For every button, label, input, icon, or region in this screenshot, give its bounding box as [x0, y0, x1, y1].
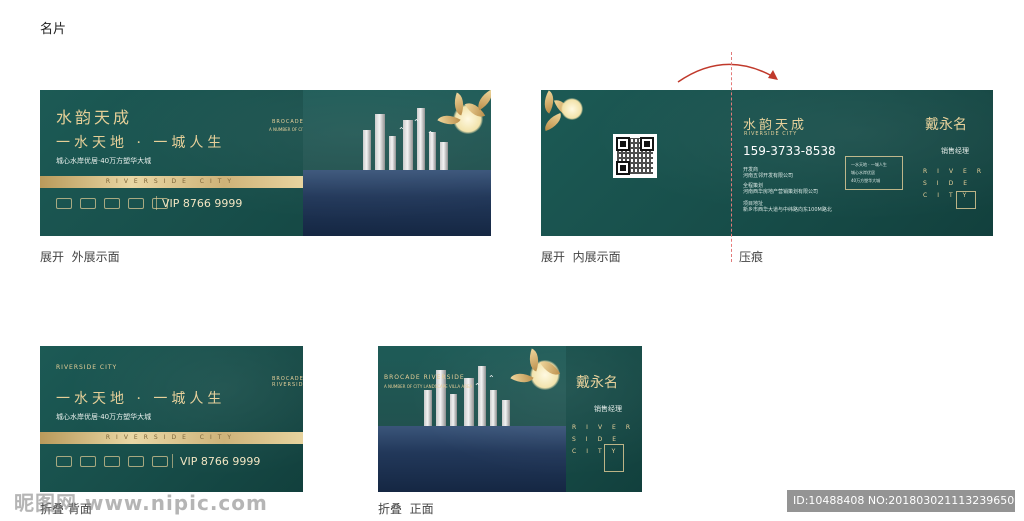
contact-title: 销售经理 — [941, 147, 969, 155]
tower — [375, 114, 385, 171]
partner-logo — [80, 198, 96, 209]
bird-icon: ⌃ — [474, 382, 481, 391]
partner-logo — [104, 198, 120, 209]
tower — [502, 400, 510, 427]
partner-logo — [152, 456, 168, 467]
folded-front-card: ⌃ ⌃ BROCADE RIVERSIDE A NUMBER OF CITY L… — [378, 346, 642, 492]
outer-expanded-card: 水韵天成 一水天地 · 一城人生 城心水岸优居·40万方塑华大城 RIVERSI… — [40, 90, 491, 236]
qr-eye — [616, 161, 630, 175]
golden-leaf-icon — [541, 112, 565, 132]
river-letter-line: RIVER — [572, 424, 641, 431]
caption-fold-front: 折叠 正面 — [378, 502, 434, 516]
partner-logo — [80, 456, 96, 467]
inner-expanded-card: 水韵天成 RIVERSIDE CITY 159-3733-8538 开发商 河南… — [541, 90, 993, 236]
corner-box — [604, 444, 624, 472]
divider — [172, 454, 173, 468]
address: 新乡市西华大道与中纬路向东100M路北 — [743, 207, 832, 213]
caption-inner: 展开 内展示面 — [541, 250, 621, 264]
band-text: RIVERSIDE CITY — [105, 178, 238, 185]
developer: 河南五邻开发有限公司 — [743, 173, 794, 179]
tower — [478, 366, 486, 427]
brand-slogan: 一水天地 · 一城人生 — [56, 135, 226, 151]
partner-logo — [56, 456, 72, 467]
brand-tagline: 城心水岸优居·40万方塑华大城 — [56, 157, 152, 165]
bird-icon: ⌃ — [398, 126, 405, 135]
partner-logo — [104, 456, 120, 467]
divider — [156, 196, 157, 210]
partner-logos — [56, 198, 168, 209]
brand-logo-en: RIVERSIDE CITY — [56, 364, 118, 371]
hotline: VIP 8766 9999 — [162, 197, 243, 210]
scene-subtitle: A NUMBER OF CITY LANDSCAPE VILLA AREA — [384, 384, 473, 389]
brand-tagline: 城心水岸优居·40万方塑华大城 — [56, 413, 152, 421]
tower — [450, 394, 457, 427]
bird-icon: ⌃ — [488, 374, 495, 383]
box-line: 一水天地 · 一城人生 — [851, 162, 887, 167]
watermark-id: ID:10488408 NO:20180302111323965039 — [787, 490, 1024, 512]
band-text: RIVERSIDE CITY — [105, 434, 238, 441]
partner-logo — [128, 456, 144, 467]
caption-crease: 压痕 — [739, 250, 764, 264]
brand-logo: 水韵天成 — [56, 108, 133, 127]
contact-title: 销售经理 — [594, 405, 622, 413]
page-title: 名片 — [40, 22, 67, 37]
water — [303, 170, 491, 236]
bird-icon: ⌃ — [413, 118, 420, 127]
contact-phone[interactable]: 159-3733-8538 — [743, 144, 836, 158]
water — [378, 426, 566, 492]
watermark-logo: 昵图网 www.nipic.com — [14, 491, 268, 515]
brand-slogan: 一水天地 · 一城人生 — [56, 391, 226, 407]
brand-logo-en: RIVERSIDE CITY — [744, 131, 798, 137]
qr-code[interactable] — [613, 134, 657, 178]
folded-back-card: RIVERSIDE CITY 一水天地 · 一城人生 城心水岸优居·40万方塑华… — [40, 346, 303, 492]
fold-arrow-icon — [677, 63, 778, 83]
box-line: 40万方塑华大城 — [851, 178, 881, 183]
moon-icon — [561, 98, 583, 120]
tower — [440, 142, 448, 171]
scene-title: BROCADE RIVERSIDE — [384, 374, 465, 381]
gold-band: RIVERSIDE CITY — [40, 176, 303, 188]
partner-logos — [56, 456, 168, 467]
qr-eye — [640, 137, 654, 151]
corner-box — [956, 191, 976, 209]
night-city-scene: ⌃ ⌃ ⌃ — [303, 90, 491, 236]
river-letter-line: RIVER — [923, 168, 992, 175]
partner-logo — [128, 198, 144, 209]
tower — [389, 136, 396, 171]
hotline: VIP 8766 9999 — [180, 455, 261, 468]
agent: 河南西华房地产营销策划有限公司 — [743, 189, 819, 195]
tower — [490, 390, 497, 427]
scene-title: BROCADE RIVERSIDE — [272, 376, 303, 388]
box-line: 城心水岸优居 — [851, 170, 875, 175]
tower — [363, 130, 371, 171]
river-letter-line: SIDE — [923, 180, 977, 187]
qr-eye — [616, 137, 630, 151]
contact-name: 戴永名 — [925, 117, 967, 133]
bird-icon: ⌃ — [427, 130, 434, 139]
tower — [424, 390, 432, 427]
crease-line — [731, 52, 732, 262]
contact-name: 戴永名 — [576, 375, 618, 391]
night-city-scene: ⌃ ⌃ — [378, 346, 566, 492]
partner-logo — [56, 198, 72, 209]
gold-band: RIVERSIDE CITY — [40, 432, 303, 444]
caption-outer: 展开 外展示面 — [40, 250, 120, 264]
slogan-box: 一水天地 · 一城人生 城心水岸优居 40万方塑华大城 — [845, 156, 903, 190]
